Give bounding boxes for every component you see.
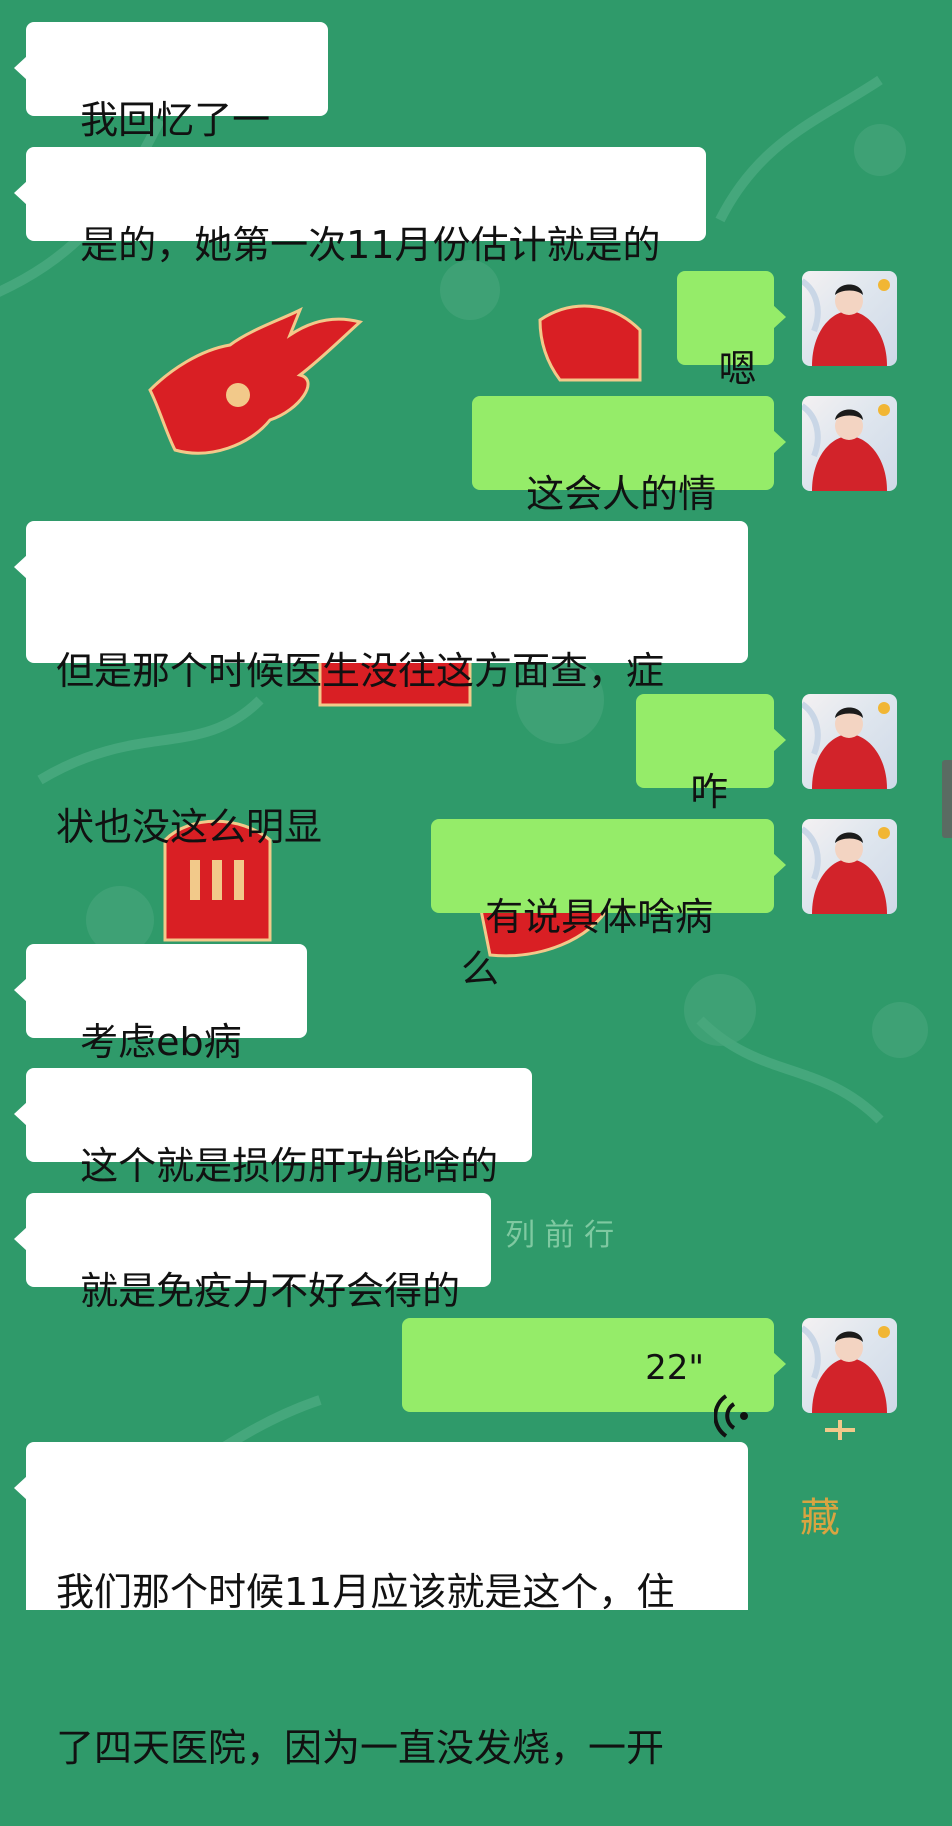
incoming-message-bubble[interactable]: 我回忆了一下: [14, 22, 328, 194]
avatar-photo-icon: [802, 1325, 890, 1413]
avatar[interactable]: [802, 396, 897, 491]
message-text-line: 了四天医院，因为一直没发烧，一开: [56, 1726, 665, 1770]
avatar-photo-icon: [802, 278, 890, 366]
avatar[interactable]: [802, 694, 897, 789]
message-text: 这个就是损伤肝功能啥的: [80, 1144, 499, 1188]
voice-message-bubble[interactable]: 22": [402, 1318, 786, 1438]
incoming-message-bubble[interactable]: 但是那个时候医生没往这方面查，症 状也没这么明显: [14, 521, 748, 849]
outgoing-message-bubble[interactable]: 这会人的情况: [472, 396, 786, 568]
avatar[interactable]: [802, 819, 897, 914]
incoming-message-bubble[interactable]: 考虑eb病毒: [14, 944, 307, 1116]
outgoing-message-bubble[interactable]: 嗯: [677, 271, 786, 391]
avatar-photo-icon: [802, 701, 890, 789]
avatar-photo-icon: [802, 826, 890, 914]
message-text: 是的，她第一次11月份估计就是的: [80, 223, 661, 267]
message-text-line: 我们那个时候11月应该就是这个，住: [56, 1570, 675, 1614]
message-text-line: 但是那个时候医生没往这方面查，症: [56, 649, 665, 693]
avatar[interactable]: [802, 1318, 897, 1413]
outgoing-message-bubble[interactable]: 咋样: [636, 694, 786, 866]
message-text: 嗯: [718, 347, 757, 391]
wallpaper-text-1: 列 前 行: [505, 1218, 615, 1253]
avatar-photo-icon: [802, 403, 890, 491]
incoming-message-bubble[interactable]: 是的，她第一次11月份估计就是的: [14, 147, 706, 267]
incoming-message-bubble[interactable]: 这个就是损伤肝功能啥的: [14, 1068, 532, 1188]
avatar[interactable]: [802, 271, 897, 366]
wallpaper-text-2: 藏: [800, 1495, 840, 1541]
incoming-message-bubble[interactable]: 就是免疫力不好会得的: [14, 1193, 491, 1313]
message-text: 就是免疫力不好会得的: [80, 1269, 461, 1313]
outgoing-message-bubble[interactable]: 有说具体啥病么: [431, 819, 786, 991]
incoming-message-bubble[interactable]: 我们那个时候11月应该就是这个，住 了四天医院，因为一直没发烧，一开: [14, 1442, 748, 1770]
scroll-handle[interactable]: [942, 760, 952, 838]
